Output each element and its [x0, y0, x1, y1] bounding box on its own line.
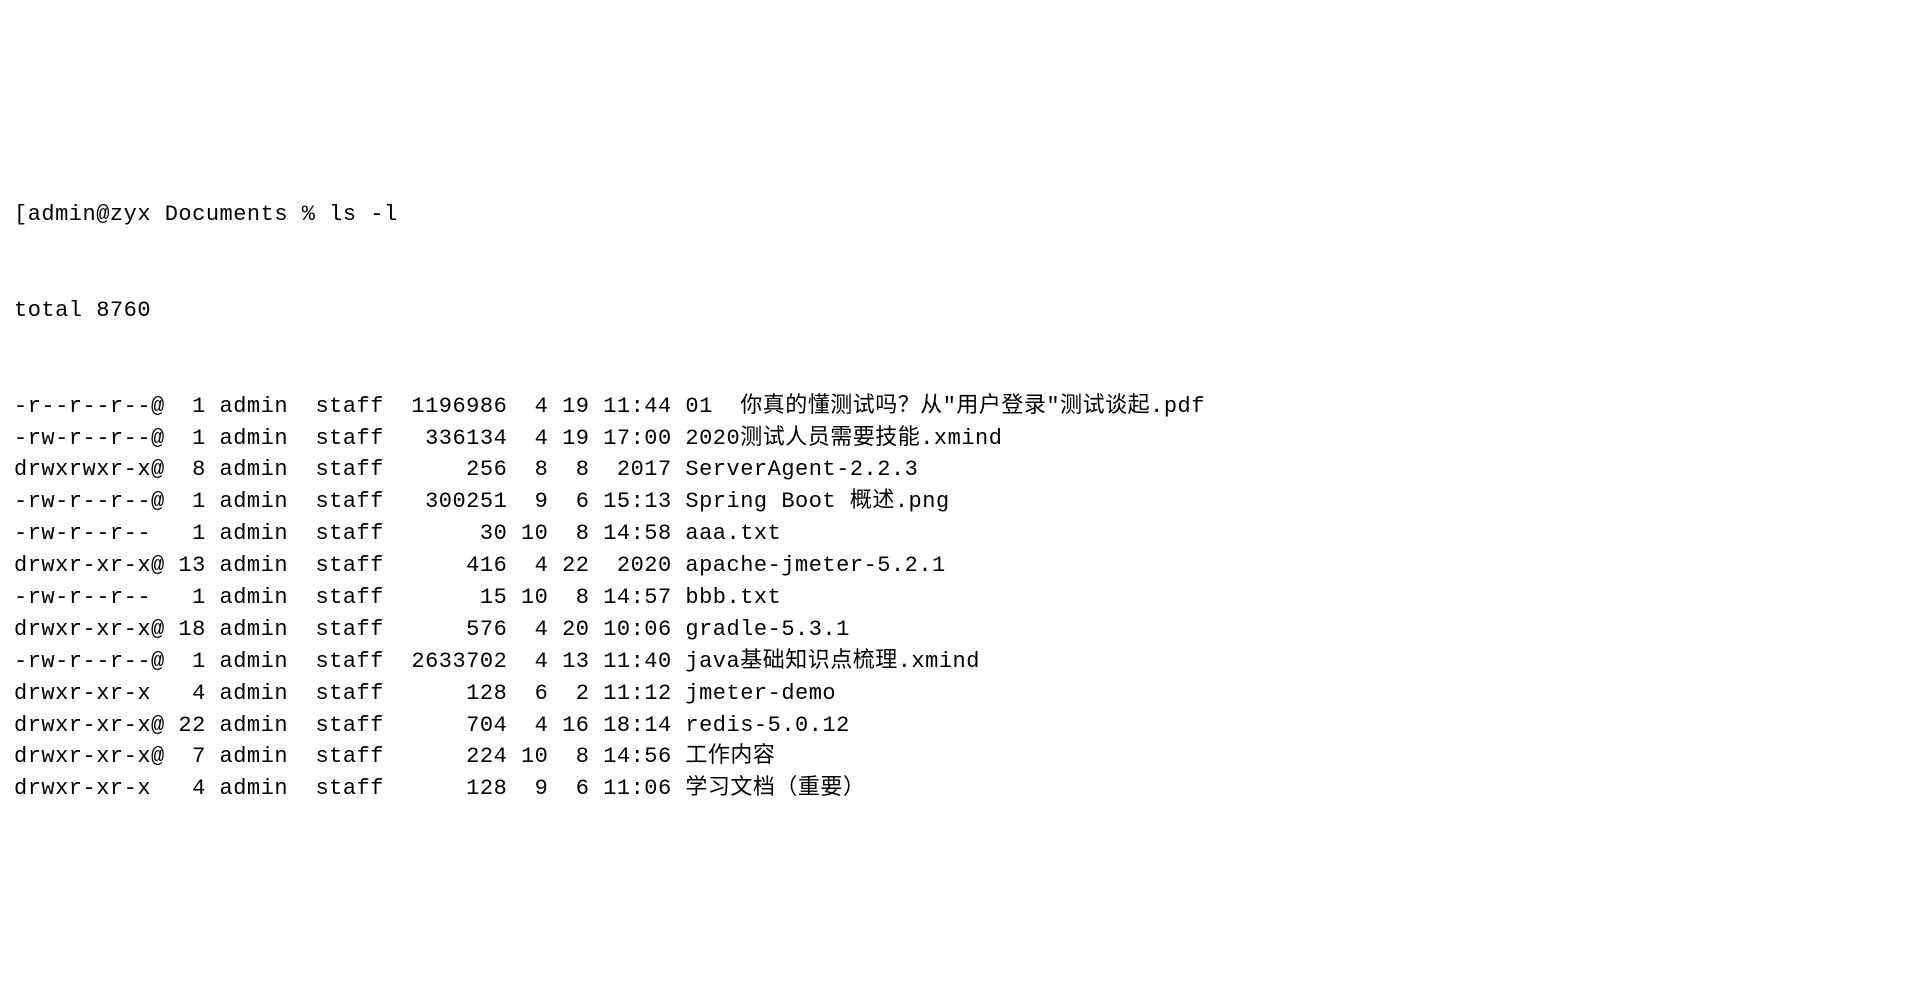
list-item: -rw-r--r-- 1 admin staff 30 10 8 14:58 a…	[14, 518, 1900, 550]
list-item: drwxrwxr-x@ 8 admin staff 256 8 8 2017 S…	[14, 454, 1900, 486]
list-item: drwxr-xr-x@ 13 admin staff 416 4 22 2020…	[14, 550, 1900, 582]
list-item: -rw-r--r--@ 1 admin staff 2633702 4 13 1…	[14, 646, 1900, 678]
list-item: drwxr-xr-x 4 admin staff 128 9 6 11:06 学…	[14, 773, 1900, 805]
file-listing: -r--r--r--@ 1 admin staff 1196986 4 19 1…	[14, 391, 1900, 806]
list-item: drwxr-xr-x@ 7 admin staff 224 10 8 14:56…	[14, 741, 1900, 773]
list-item: -r--r--r--@ 1 admin staff 1196986 4 19 1…	[14, 391, 1900, 423]
list-item: -rw-r--r-- 1 admin staff 15 10 8 14:57 b…	[14, 582, 1900, 614]
prompt-line: [admin@zyx Documents % ls -l	[14, 199, 1900, 231]
total-line: total 8760	[14, 295, 1900, 327]
list-item: drwxr-xr-x@ 18 admin staff 576 4 20 10:0…	[14, 614, 1900, 646]
list-item: -rw-r--r--@ 1 admin staff 300251 9 6 15:…	[14, 486, 1900, 518]
list-item: -rw-r--r--@ 1 admin staff 336134 4 19 17…	[14, 423, 1900, 455]
list-item: drwxr-xr-x 4 admin staff 128 6 2 11:12 j…	[14, 678, 1900, 710]
list-item: drwxr-xr-x@ 22 admin staff 704 4 16 18:1…	[14, 710, 1900, 742]
terminal-output[interactable]: [admin@zyx Documents % ls -l total 8760 …	[14, 136, 1900, 838]
